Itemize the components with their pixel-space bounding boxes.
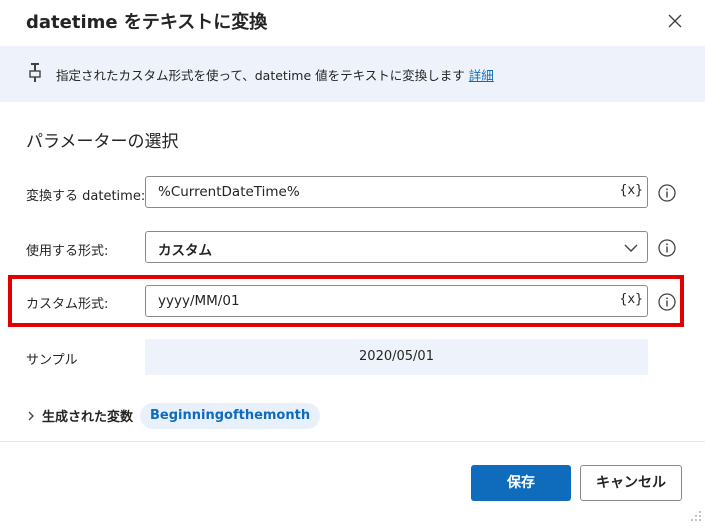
generated-variables-toggle[interactable]: 生成された変数 [26, 406, 133, 425]
info-text: 指定されたカスタム形式を使って、datetime 値をテキストに変換します 詳細 [56, 65, 494, 84]
datetime-variable-button[interactable]: {x} [620, 183, 643, 198]
generated-variables-label: 生成された変数 [42, 410, 134, 425]
help-circle-icon[interactable] [657, 183, 677, 203]
details-link[interactable]: 詳細 [469, 68, 494, 83]
cancel-button[interactable]: キャンセル [580, 465, 682, 501]
custom-format-variable-button[interactable]: {x} [620, 292, 643, 307]
datetime-value: %CurrentDateTime% [158, 184, 300, 200]
chevron-down-icon[interactable] [623, 240, 639, 256]
format-value: カスタム [158, 243, 212, 259]
section-title: パラメーターの選択 [26, 132, 179, 152]
dialog-title: datetime をテキストに変換 [26, 12, 268, 33]
close-button[interactable] [664, 10, 686, 32]
custom-format-input[interactable]: yyyy/MM/01 {x} [145, 285, 648, 317]
info-description: 指定されたカスタム形式を使って、datetime 値をテキストに変換します [56, 68, 465, 83]
custom-format-label: カスタム形式: [26, 297, 109, 312]
sample-label: サンプル [26, 353, 78, 368]
format-select[interactable]: カスタム [145, 231, 648, 263]
info-bar: 指定されたカスタム形式を使って、datetime 値をテキストに変換します 詳細 [0, 46, 705, 102]
footer-divider [0, 441, 705, 442]
save-button[interactable]: 保存 [471, 465, 571, 501]
help-circle-icon[interactable] [657, 238, 677, 258]
sample-box: 2020/05/01 [145, 339, 648, 375]
custom-format-value: yyyy/MM/01 [158, 293, 240, 309]
variable-badge[interactable]: Beginningofthemonth [140, 403, 321, 429]
chevron-right-icon [28, 411, 34, 420]
sample-value: 2020/05/01 [359, 349, 434, 364]
resize-grip-icon[interactable] [688, 508, 702, 522]
info-pin-icon [29, 63, 41, 82]
close-icon [668, 14, 682, 28]
convert-datetime-dialog: datetime をテキストに変換 指定されたカスタム形式を使って、dateti… [0, 0, 705, 526]
datetime-input[interactable]: %CurrentDateTime% {x} [145, 176, 648, 208]
datetime-label: 変換する datetime: [26, 189, 146, 204]
format-label: 使用する形式: [26, 244, 109, 259]
help-circle-icon[interactable] [657, 292, 677, 312]
